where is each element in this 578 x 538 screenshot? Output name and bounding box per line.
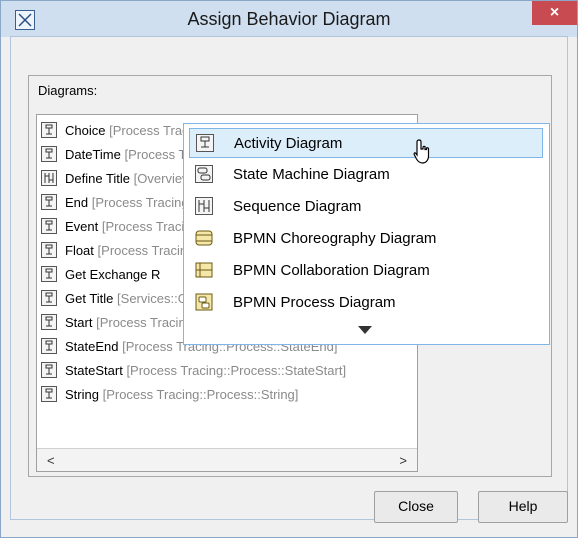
- activity-diagram-icon: [41, 290, 57, 306]
- help-button[interactable]: Help: [478, 491, 568, 523]
- activity-diagram-icon: [41, 386, 57, 402]
- activity-diagram-icon: [41, 266, 57, 282]
- horizontal-scrollbar[interactable]: < >: [37, 448, 417, 471]
- activity-diagram-icon: [41, 314, 57, 330]
- scroll-left-icon[interactable]: <: [47, 453, 55, 468]
- sequence-diagram-icon: [195, 197, 213, 215]
- scroll-right-icon[interactable]: >: [399, 453, 407, 468]
- mouse-cursor-icon: [413, 139, 431, 170]
- diagram-type-popup: Activity Diagram State Machine Diagram S…: [183, 123, 550, 345]
- activity-diagram-icon: [41, 218, 57, 234]
- popup-item-bpmn-process-diagram[interactable]: BPMN Process Diagram: [189, 288, 541, 316]
- bpmn-choreography-icon: [195, 229, 213, 247]
- popup-item-sequence-diagram[interactable]: Sequence Diagram: [189, 192, 541, 220]
- activity-diagram-icon: [41, 362, 57, 378]
- more-items-arrow-icon[interactable]: [358, 326, 372, 334]
- popup-item-activity-diagram[interactable]: Activity Diagram: [189, 128, 543, 158]
- popup-item-bpmn-collaboration-diagram[interactable]: BPMN Collaboration Diagram: [189, 256, 541, 284]
- bpmn-collaboration-icon: [195, 261, 213, 279]
- sequence-diagram-icon: [41, 170, 57, 186]
- activity-diagram-icon: [196, 134, 214, 152]
- activity-diagram-icon: [41, 242, 57, 258]
- bpmn-process-icon: [195, 293, 213, 311]
- activity-diagram-icon: [41, 122, 57, 138]
- window-title: Assign Behavior Diagram: [187, 9, 391, 29]
- diagrams-label: Diagrams:: [38, 83, 98, 98]
- activity-diagram-icon: [41, 146, 57, 162]
- popup-item-state-machine-diagram[interactable]: State Machine Diagram: [189, 160, 541, 188]
- activity-diagram-icon: [41, 338, 57, 354]
- activity-diagram-icon: [41, 194, 57, 210]
- popup-item-bpmn-choreography-diagram[interactable]: BPMN Choreography Diagram: [189, 224, 541, 252]
- state-machine-icon: [195, 165, 213, 183]
- title-bar[interactable]: Assign Behavior Diagram ×: [1, 1, 577, 37]
- close-window-button[interactable]: ×: [532, 1, 577, 25]
- close-button[interactable]: Close: [374, 491, 458, 523]
